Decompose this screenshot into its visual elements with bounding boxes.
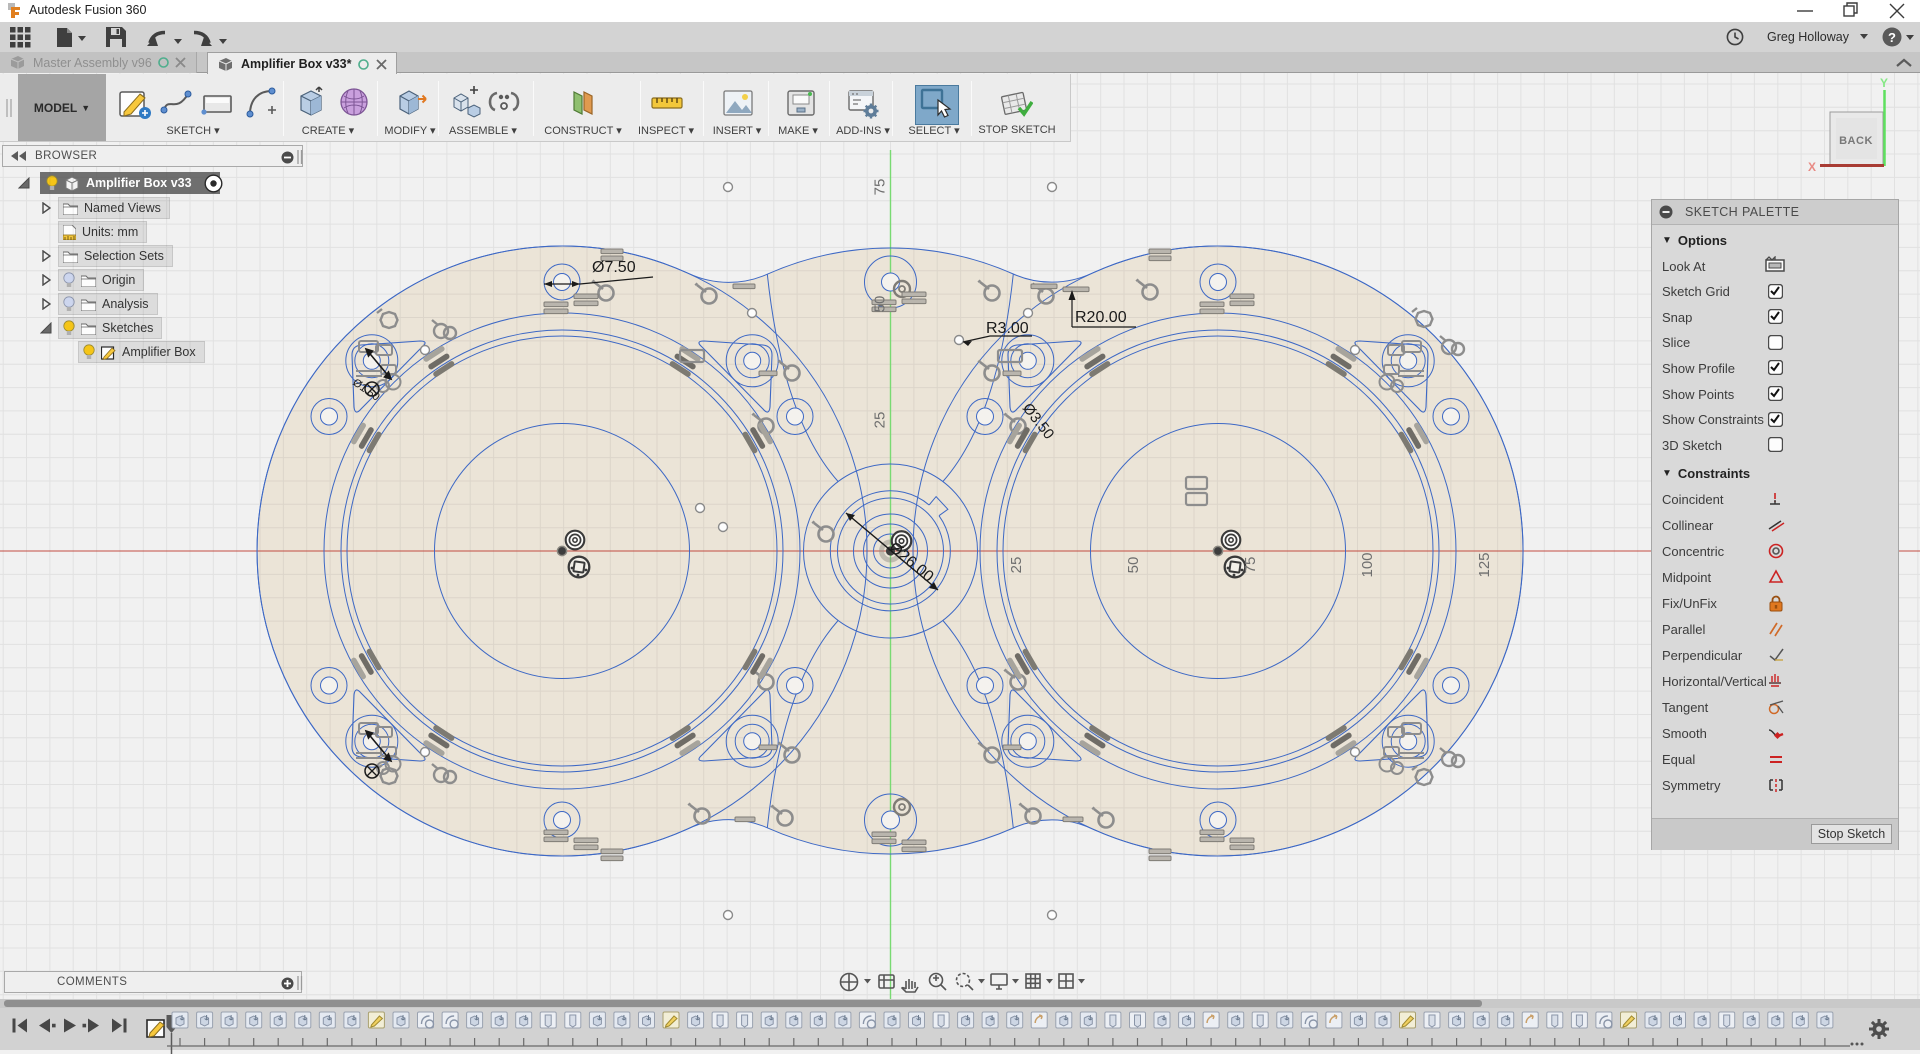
svg-text:R3.00: R3.00	[986, 320, 1029, 337]
svg-text:50: 50	[1125, 557, 1142, 574]
svg-text:X: X	[1808, 160, 1816, 174]
svg-text:R20.00: R20.00	[1075, 309, 1127, 326]
svg-text:75: 75	[872, 179, 889, 196]
svg-text:100: 100	[1359, 552, 1376, 577]
svg-text:25: 25	[872, 412, 889, 429]
svg-text:25: 25	[1008, 557, 1025, 574]
svg-text:125: 125	[1476, 552, 1493, 577]
svg-text:Y: Y	[1880, 76, 1888, 90]
svg-text:Ø7.50: Ø7.50	[592, 259, 636, 276]
svg-text:75: 75	[1242, 557, 1259, 574]
svg-text:?: ?	[1888, 30, 1896, 45]
svg-text:50: 50	[872, 296, 889, 313]
svg-text:BACK: BACK	[1839, 135, 1873, 147]
